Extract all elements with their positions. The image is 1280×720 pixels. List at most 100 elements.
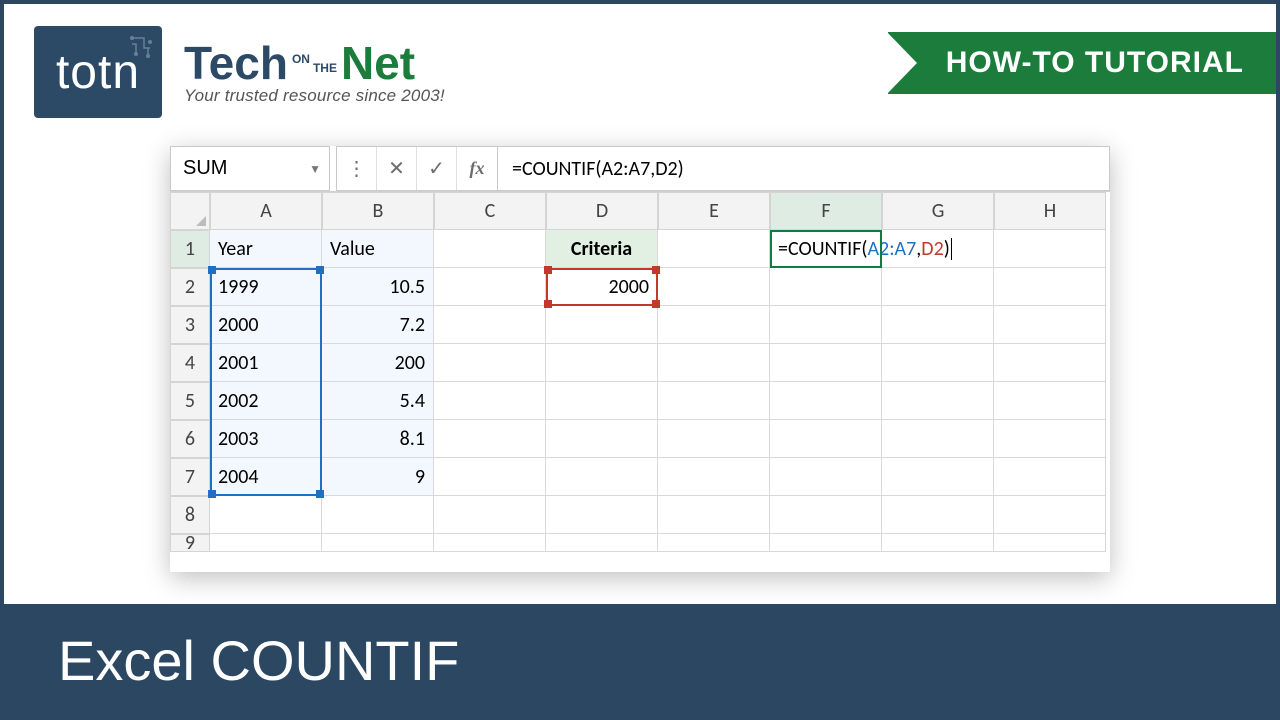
row-header-2[interactable]: 2 (170, 268, 210, 306)
cell-D7[interactable] (546, 458, 658, 496)
cell-G8[interactable] (882, 496, 994, 534)
accept-icon[interactable]: ✓ (417, 147, 457, 190)
cell-G3[interactable] (882, 306, 994, 344)
cell-G9[interactable] (882, 534, 994, 552)
col-header-B[interactable]: B (322, 192, 434, 230)
dots-icon[interactable]: ⋮ (337, 147, 377, 190)
cell-C8[interactable] (434, 496, 546, 534)
row-header-5[interactable]: 5 (170, 382, 210, 420)
cell-D3[interactable] (546, 306, 658, 344)
cell-E7[interactable] (658, 458, 770, 496)
cell-A2[interactable]: 1999 (210, 268, 322, 306)
col-header-F[interactable]: F (770, 192, 882, 230)
formula-input[interactable]: =COUNTIF(A2:A7,D2) (498, 146, 1110, 191)
cell-E3[interactable] (658, 306, 770, 344)
cell-C4[interactable] (434, 344, 546, 382)
cell-B9[interactable] (322, 534, 434, 552)
cell-C5[interactable] (434, 382, 546, 420)
cell-H6[interactable] (994, 420, 1106, 458)
col-header-H[interactable]: H (994, 192, 1106, 230)
row-header-6[interactable]: 6 (170, 420, 210, 458)
cell-A4[interactable]: 2001 (210, 344, 322, 382)
cell-F5[interactable] (770, 382, 882, 420)
cell-H8[interactable] (994, 496, 1106, 534)
row-header-8[interactable]: 8 (170, 496, 210, 534)
cell-E9[interactable] (658, 534, 770, 552)
cell-C2[interactable] (434, 268, 546, 306)
cell-E1[interactable] (658, 230, 770, 268)
cell-H1[interactable] (994, 230, 1106, 268)
cell-H2[interactable] (994, 268, 1106, 306)
row-header-1[interactable]: 1 (170, 230, 210, 268)
name-box[interactable]: SUM ▼ (170, 146, 330, 191)
cell-A7[interactable]: 2004 (210, 458, 322, 496)
col-header-C[interactable]: C (434, 192, 546, 230)
cell-D5[interactable] (546, 382, 658, 420)
cell-H9[interactable] (994, 534, 1106, 552)
grid[interactable]: A B C D E F G H 1 Year Value Criteria 2 … (170, 192, 1110, 572)
cell-A3[interactable]: 2000 (210, 306, 322, 344)
col-header-E[interactable]: E (658, 192, 770, 230)
tutorial-ribbon: HOW-TO TUTORIAL (888, 32, 1276, 94)
cell-C6[interactable] (434, 420, 546, 458)
cell-F3[interactable] (770, 306, 882, 344)
cell-H5[interactable] (994, 382, 1106, 420)
col-header-A[interactable]: A (210, 192, 322, 230)
cell-A8[interactable] (210, 496, 322, 534)
cancel-icon[interactable]: ✕ (377, 147, 417, 190)
logo-square: totn (34, 26, 162, 118)
cell-F8[interactable] (770, 496, 882, 534)
row-header-4[interactable]: 4 (170, 344, 210, 382)
row-header-7[interactable]: 7 (170, 458, 210, 496)
cell-G5[interactable] (882, 382, 994, 420)
cell-E5[interactable] (658, 382, 770, 420)
cell-F9[interactable] (770, 534, 882, 552)
cell-B8[interactable] (322, 496, 434, 534)
select-all-corner[interactable] (170, 192, 210, 230)
cell-F4[interactable] (770, 344, 882, 382)
cell-F6[interactable] (770, 420, 882, 458)
cell-editing-formula[interactable]: =COUNTIF(A2:A7,D2) (772, 230, 958, 268)
cell-B4[interactable]: 200 (322, 344, 434, 382)
cell-G7[interactable] (882, 458, 994, 496)
cell-A6[interactable]: 2003 (210, 420, 322, 458)
cell-G2[interactable] (882, 268, 994, 306)
fx-icon[interactable]: fx (457, 147, 497, 190)
cell-E2[interactable] (658, 268, 770, 306)
row-header-9[interactable]: 9 (170, 534, 210, 552)
cell-B1[interactable]: Value (322, 230, 434, 268)
cell-G6[interactable] (882, 420, 994, 458)
cell-A1[interactable]: Year (210, 230, 322, 268)
cell-D1[interactable]: Criteria (546, 230, 658, 268)
cell-B3[interactable]: 7.2 (322, 306, 434, 344)
cell-H4[interactable] (994, 344, 1106, 382)
cell-A9[interactable] (210, 534, 322, 552)
cell-B5[interactable]: 5.4 (322, 382, 434, 420)
cell-G4[interactable] (882, 344, 994, 382)
col-header-G[interactable]: G (882, 192, 994, 230)
cell-C7[interactable] (434, 458, 546, 496)
cell-F7[interactable] (770, 458, 882, 496)
cell-B2[interactable]: 10.5 (322, 268, 434, 306)
col-header-D[interactable]: D (546, 192, 658, 230)
row-header-3[interactable]: 3 (170, 306, 210, 344)
cell-D2[interactable]: 2000 (546, 268, 658, 306)
cell-D8[interactable] (546, 496, 658, 534)
cell-D9[interactable] (546, 534, 658, 552)
cell-E8[interactable] (658, 496, 770, 534)
cell-B7[interactable]: 9 (322, 458, 434, 496)
cell-E4[interactable] (658, 344, 770, 382)
cell-F2[interactable] (770, 268, 882, 306)
cell-D6[interactable] (546, 420, 658, 458)
cell-C1[interactable] (434, 230, 546, 268)
cell-A5[interactable]: 2002 (210, 382, 322, 420)
cell-E6[interactable] (658, 420, 770, 458)
cell-H3[interactable] (994, 306, 1106, 344)
cell-B6[interactable]: 8.1 (322, 420, 434, 458)
cell-H7[interactable] (994, 458, 1106, 496)
cell-C9[interactable] (434, 534, 546, 552)
cell-D4[interactable] (546, 344, 658, 382)
chevron-down-icon[interactable]: ▼ (309, 162, 321, 176)
circuit-icon (126, 32, 156, 62)
cell-C3[interactable] (434, 306, 546, 344)
